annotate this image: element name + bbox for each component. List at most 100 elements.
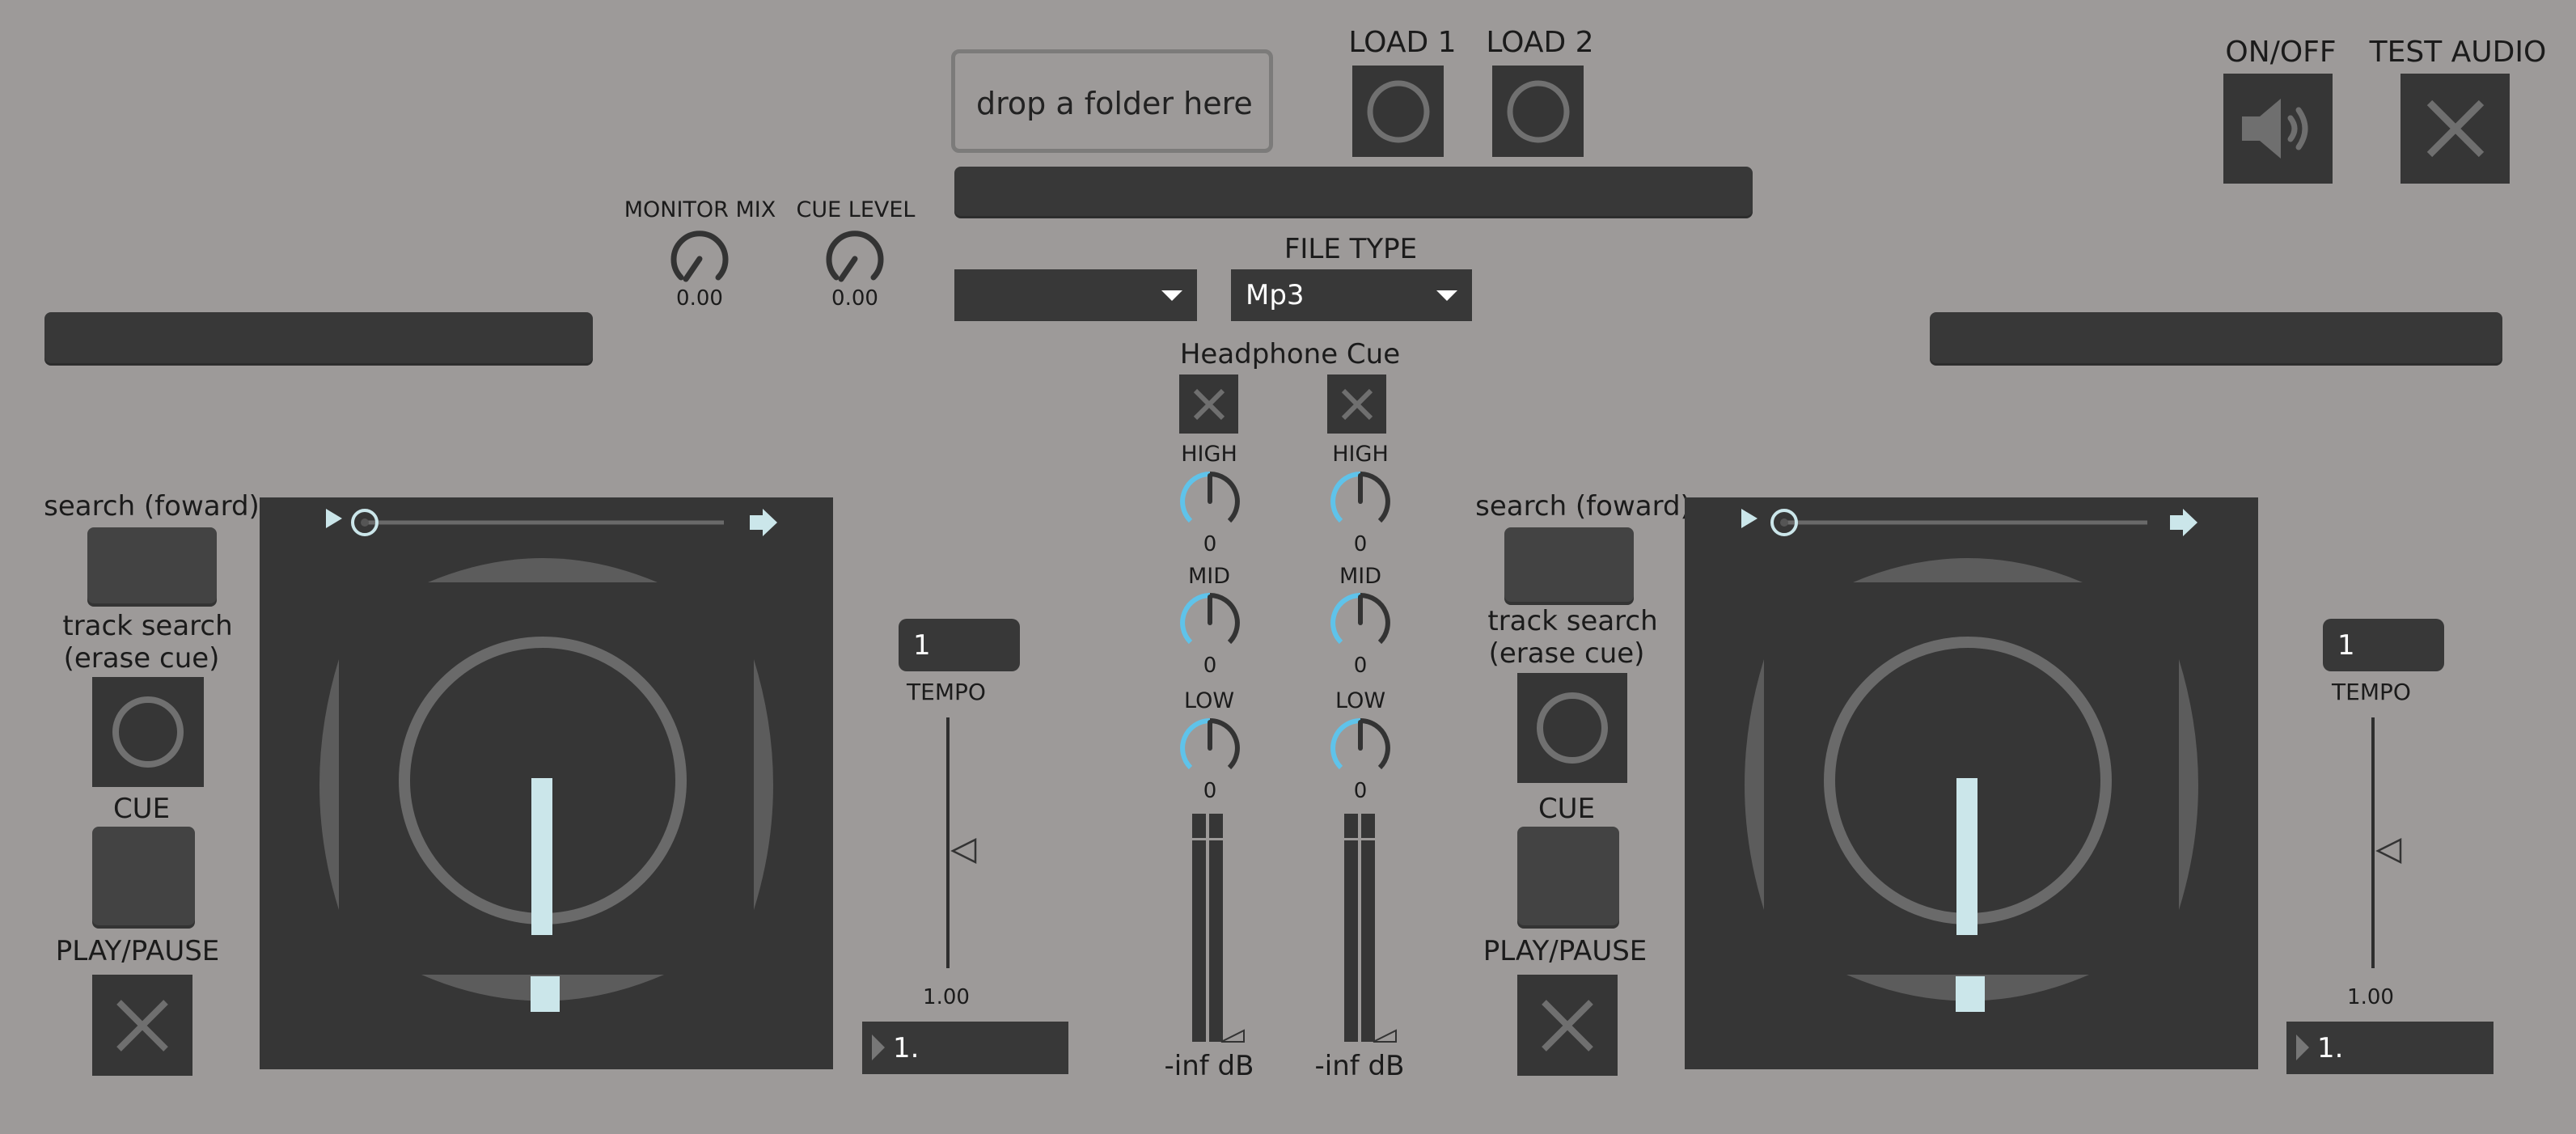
deck2-bottom-value: 1. bbox=[2317, 1031, 2344, 1064]
deck1-bottom-number[interactable]: 1. bbox=[862, 1022, 1068, 1074]
ch2-mid-value: 0 bbox=[1353, 654, 1368, 678]
eq-knob-dial bbox=[1330, 593, 1390, 645]
load2-button[interactable] bbox=[1492, 66, 1584, 157]
deck2-bottom-number[interactable]: 1. bbox=[2286, 1022, 2494, 1074]
ch2-high-knob[interactable] bbox=[1326, 468, 1394, 535]
deck2-tempo-value: 1.00 bbox=[2347, 985, 2394, 1009]
circle-icon bbox=[1367, 80, 1429, 142]
deck1-tempo-label: TEMPO bbox=[907, 679, 986, 705]
deck2-tempo-label: TEMPO bbox=[2332, 679, 2411, 705]
deck1-track-search-line1: track search bbox=[62, 610, 233, 642]
x-icon bbox=[1341, 388, 1373, 420]
chevron-down-icon bbox=[1161, 290, 1182, 301]
load1-button[interactable] bbox=[1352, 66, 1444, 157]
x-icon bbox=[2426, 99, 2484, 158]
deck2-jog-panel[interactable] bbox=[1685, 497, 2258, 1069]
x-icon bbox=[1542, 999, 1593, 1051]
deck1-jog-panel[interactable] bbox=[260, 497, 833, 1069]
circle-icon bbox=[1507, 80, 1569, 142]
cue-level-knob[interactable] bbox=[822, 226, 888, 292]
eq-knob-dial bbox=[1180, 718, 1240, 770]
deck2-play-pause-button[interactable] bbox=[1517, 975, 1618, 1076]
chevron-down-icon bbox=[1436, 290, 1457, 301]
deck1-cue-label: CUE bbox=[112, 793, 171, 825]
deck1-track-search-button[interactable] bbox=[92, 677, 204, 787]
ch1-gain-handle[interactable] bbox=[1220, 1029, 1246, 1043]
deck2-search-label: search (foward) bbox=[1475, 490, 1691, 523]
headphone-cue-ch2-toggle[interactable] bbox=[1327, 374, 1386, 434]
deck1-jog-graphic bbox=[319, 509, 777, 1012]
cue-level-label: CUE LEVEL bbox=[796, 197, 916, 222]
eq-knob-dial bbox=[1330, 718, 1390, 770]
track-name-display-main bbox=[954, 167, 1753, 218]
circle-icon bbox=[1537, 692, 1608, 764]
deck2-play-label: PLAY/PAUSE bbox=[1483, 935, 1648, 967]
ch2-low-label: LOW bbox=[1335, 688, 1386, 713]
file-type-label: FILE TYPE bbox=[1284, 233, 1418, 265]
deck2-tempo-number[interactable]: 1 bbox=[2323, 619, 2444, 671]
ch1-mid-knob[interactable] bbox=[1176, 589, 1244, 657]
ch1-meter-label: -inf dB bbox=[1164, 1050, 1254, 1082]
deck1-tempo-number[interactable]: 1 bbox=[899, 619, 1020, 671]
ch1-mid-value: 0 bbox=[1203, 654, 1217, 678]
monitor-mix-value: 0.00 bbox=[676, 286, 723, 311]
deck2-track-search-line2: (erase cue) bbox=[1488, 637, 1645, 670]
folder-drop-zone[interactable]: drop a folder here bbox=[951, 49, 1273, 153]
headphone-cue-label: Headphone Cue bbox=[1179, 338, 1401, 370]
ch1-high-label: HIGH bbox=[1181, 442, 1237, 467]
test-audio-button[interactable] bbox=[2400, 74, 2510, 184]
eq-knob-dial bbox=[1330, 472, 1390, 523]
test-audio-label: TEST AUDIO bbox=[2369, 36, 2547, 69]
deck1-tempo-value: 1.00 bbox=[923, 985, 970, 1009]
monitor-mix-knob[interactable] bbox=[666, 226, 733, 292]
ch1-level-meter bbox=[1192, 814, 1223, 1042]
circle-icon bbox=[112, 696, 184, 768]
deck1-search-label: search (foward) bbox=[44, 490, 260, 523]
deck1-track-display bbox=[44, 312, 593, 366]
file-type-value: Mp3 bbox=[1246, 279, 1305, 311]
ch2-high-label: HIGH bbox=[1332, 442, 1389, 467]
deck1-cue-button[interactable] bbox=[92, 827, 195, 929]
arrow-right-icon bbox=[750, 509, 777, 536]
deck1-search-button[interactable] bbox=[87, 527, 217, 607]
play-triangle-icon bbox=[872, 1035, 885, 1060]
load2-label: LOAD 2 bbox=[1486, 26, 1594, 59]
ch2-low-knob[interactable] bbox=[1326, 714, 1394, 782]
eq-knob-dial bbox=[1180, 472, 1240, 523]
ch2-meter-label: -inf dB bbox=[1314, 1050, 1405, 1082]
ch1-mid-label: MID bbox=[1187, 564, 1231, 589]
deck2-search-button[interactable] bbox=[1504, 527, 1634, 605]
ch2-gain-handle[interactable] bbox=[1372, 1029, 1398, 1043]
play-icon bbox=[326, 509, 342, 528]
load1-label: LOAD 1 bbox=[1348, 26, 1457, 59]
deck2-tempo-slider-handle[interactable] bbox=[2375, 836, 2404, 865]
arrow-right-icon bbox=[2170, 509, 2197, 536]
deck2-cue-button[interactable] bbox=[1517, 827, 1619, 929]
ch1-high-knob[interactable] bbox=[1176, 468, 1244, 535]
x-icon bbox=[116, 999, 168, 1051]
deck1-track-search-line2: (erase cue) bbox=[63, 642, 220, 675]
deck1-tempo-slider-handle[interactable] bbox=[950, 836, 979, 865]
drop-zone-label: drop a folder here bbox=[976, 86, 1253, 121]
device-select[interactable] bbox=[954, 269, 1197, 321]
deck1-play-pause-button[interactable] bbox=[92, 975, 192, 1076]
eq-knob-dial bbox=[1180, 593, 1240, 645]
ch2-mid-knob[interactable] bbox=[1326, 589, 1394, 657]
speaker-icon bbox=[2241, 99, 2307, 159]
onoff-button[interactable] bbox=[2223, 74, 2333, 184]
deck2-track-search-button[interactable] bbox=[1517, 673, 1627, 783]
monitor-mix-label: MONITOR MIX bbox=[624, 197, 776, 222]
file-type-select[interactable]: Mp3 bbox=[1231, 269, 1472, 321]
x-icon bbox=[1193, 388, 1225, 420]
headphone-cue-ch1-toggle[interactable] bbox=[1179, 374, 1238, 434]
ch2-level-meter bbox=[1344, 814, 1375, 1042]
play-triangle-icon bbox=[2296, 1035, 2309, 1060]
play-icon bbox=[1741, 509, 1758, 528]
ch2-high-value: 0 bbox=[1353, 532, 1368, 556]
cue-level-value: 0.00 bbox=[831, 286, 878, 311]
knob-dial bbox=[826, 231, 884, 282]
ch1-low-knob[interactable] bbox=[1176, 714, 1244, 782]
knob-dial bbox=[670, 231, 729, 282]
deck1-play-label: PLAY/PAUSE bbox=[55, 935, 220, 967]
deck1-bottom-value: 1. bbox=[893, 1031, 920, 1064]
